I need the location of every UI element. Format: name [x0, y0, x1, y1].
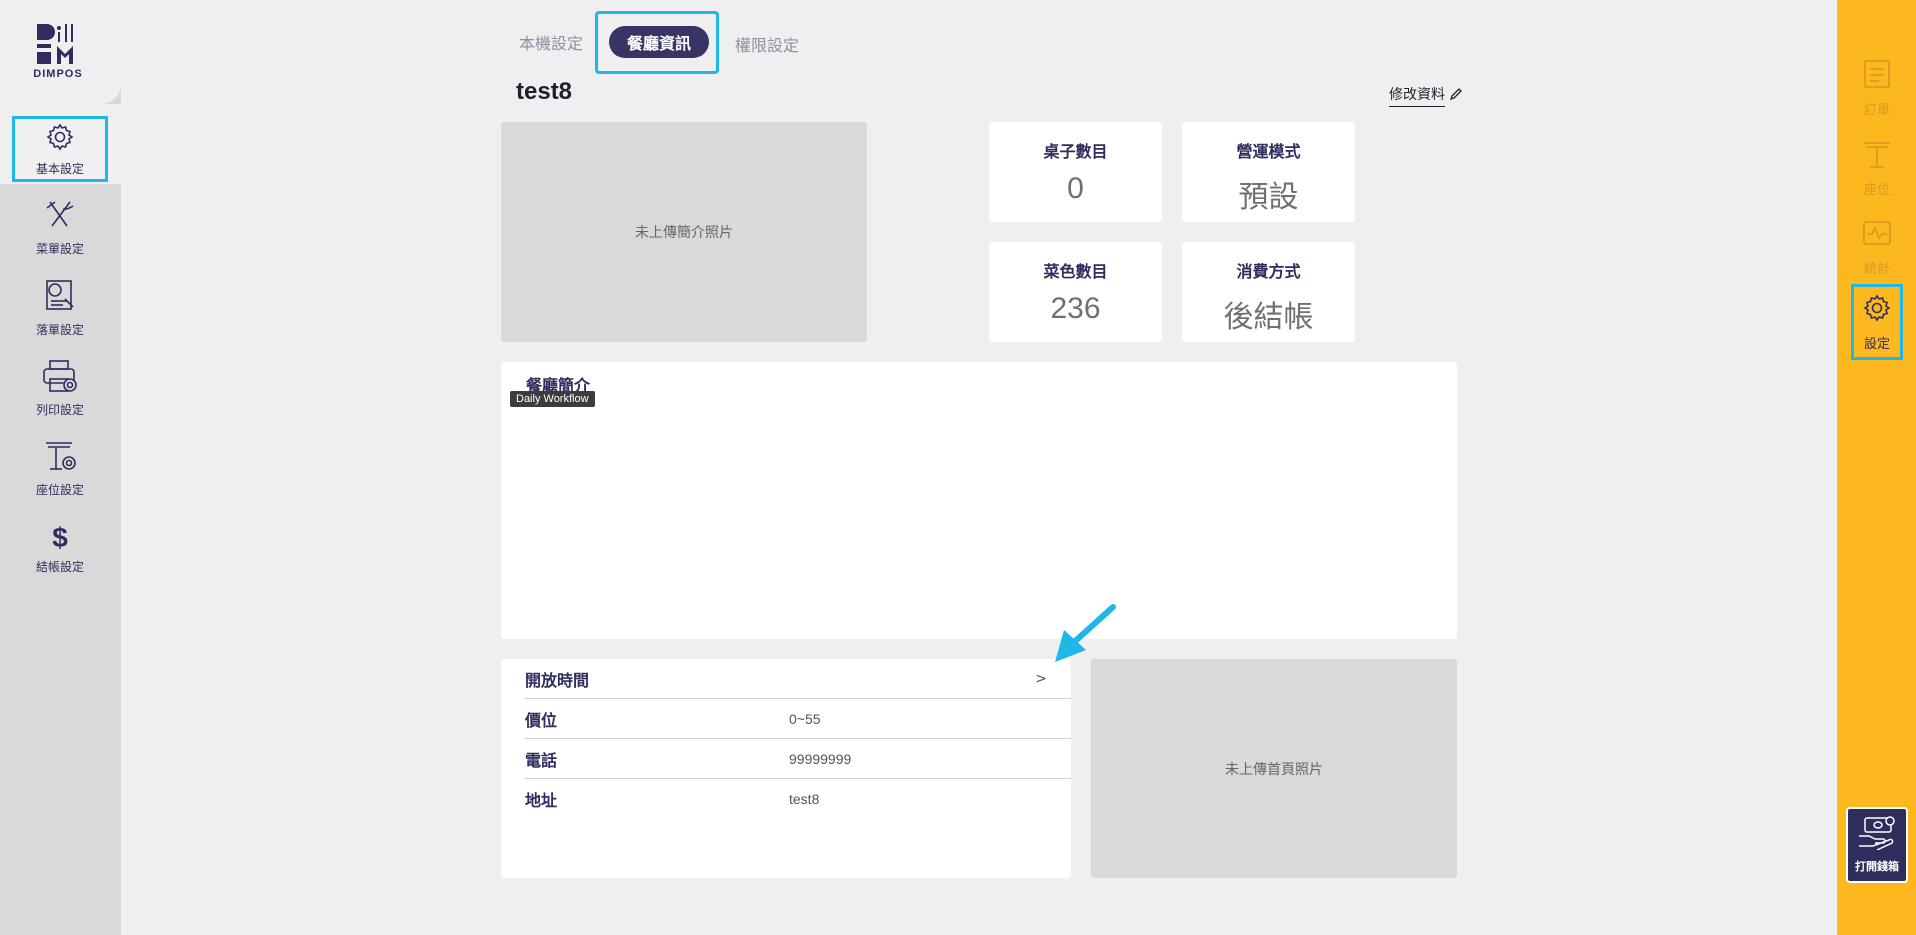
cash-box-icon	[1857, 816, 1897, 854]
stat-label: 營運模式	[1236, 144, 1301, 161]
order-settings-icon	[43, 279, 77, 317]
sidebar-item-label: 列印設定	[35, 402, 84, 417]
right-nav-stats[interactable]: 統計	[1851, 210, 1903, 286]
right-nav-label: 座位	[1863, 181, 1890, 197]
sidebar-item-order-settings[interactable]: 落單設定	[12, 275, 108, 341]
tab-device-settings[interactable]: 本機設定	[505, 30, 597, 54]
printer-settings-icon	[42, 359, 78, 397]
stat-table-count: 桌子數目 0	[989, 122, 1162, 222]
stat-value: 0	[1067, 172, 1084, 205]
stat-value: 預設	[1238, 181, 1299, 214]
right-nav-label: 統計	[1863, 260, 1890, 276]
info-value: 0~55	[789, 710, 821, 727]
sidebar-item-label: 基本設定	[35, 161, 84, 176]
info-row-opening-hours[interactable]: 開放時間 >	[525, 659, 1071, 699]
dimpos-logo: DIMPOS	[28, 22, 88, 80]
edit-info-label: 修改資料	[1389, 84, 1445, 107]
chevron-right-icon: >	[1035, 670, 1047, 687]
stat-value: 後結帳	[1223, 301, 1314, 334]
gear-icon	[45, 122, 75, 156]
tooltip: Daily Workflow	[510, 391, 595, 407]
intro-photo-text: 未上傳簡介照片	[635, 224, 733, 240]
intro-photo-placeholder[interactable]: 未上傳簡介照片	[501, 122, 867, 342]
stat-value: 236	[1050, 292, 1101, 325]
right-nav-settings[interactable]: 設定	[1851, 284, 1903, 360]
top-tabs: 本機設定	[505, 22, 597, 62]
stat-label: 消費方式	[1236, 264, 1301, 281]
stat-dish-count: 菜色數目 236	[989, 242, 1162, 342]
home-photo-placeholder[interactable]: 未上傳首頁照片	[1091, 659, 1457, 878]
cash-box-label: 打開錢箱	[1855, 861, 1899, 873]
tab-restaurant-info[interactable]: 餐廳資訊	[609, 26, 709, 58]
pointer-arrow-icon	[1050, 600, 1120, 674]
right-nav-seats[interactable]: 座位	[1851, 130, 1903, 206]
sidebar-item-seat-settings[interactable]: 座位設定	[12, 435, 108, 501]
stat-payment-method: 消費方式 後結帳	[1182, 242, 1355, 342]
right-sidebar: 訂單 座位 統計 設定	[1837, 0, 1916, 935]
sidebar-item-checkout-settings[interactable]: $ 結帳設定	[12, 515, 108, 581]
gear-icon	[1862, 293, 1892, 327]
seat-icon	[1862, 139, 1892, 173]
info-row-phone: 電話 99999999	[525, 739, 1071, 779]
info-value: 99999999	[789, 750, 852, 767]
info-key: 電話	[525, 752, 558, 770]
info-key: 開放時間	[525, 672, 590, 690]
info-row-address: 地址 test8	[525, 779, 1071, 819]
sidebar-item-basic-settings[interactable]: 基本設定	[12, 116, 108, 182]
edit-info-link[interactable]: 修改資料	[1389, 84, 1463, 107]
sidebar-item-label: 結帳設定	[35, 559, 84, 574]
sidebar-item-menu-settings[interactable]: 菜單設定	[12, 195, 108, 261]
info-row-price-range: 價位 0~55	[525, 699, 1071, 739]
sidebar-item-label: 座位設定	[35, 482, 84, 497]
stat-label: 菜色數目	[1043, 264, 1108, 281]
right-nav-label: 設定	[1863, 335, 1890, 351]
info-key: 地址	[525, 793, 558, 810]
stat-operation-mode: 營運模式 預設	[1182, 122, 1355, 222]
tab-permission-settings[interactable]: 權限設定	[721, 32, 813, 56]
dollar-icon: $	[52, 521, 68, 553]
stats-icon	[1862, 220, 1892, 252]
page-title: test8	[516, 78, 573, 105]
sidebar-item-label: 落單設定	[35, 322, 84, 337]
seat-settings-icon	[42, 439, 78, 477]
open-cash-box-button[interactable]: 打開錢箱	[1846, 807, 1908, 883]
sidebar-item-label: 菜單設定	[35, 241, 84, 256]
order-icon	[1863, 59, 1891, 93]
logo-text: DIMPOS	[33, 68, 83, 80]
pencil-icon	[1449, 87, 1463, 104]
info-value: test8	[789, 791, 820, 807]
right-nav-label: 訂單	[1863, 101, 1890, 117]
info-key: 價位	[525, 712, 558, 730]
sidebar-item-print-settings[interactable]: 列印設定	[12, 355, 108, 421]
intro-panel[interactable]	[501, 362, 1457, 639]
stat-label: 桌子數目	[1043, 144, 1108, 161]
home-photo-text: 未上傳首頁照片	[1225, 760, 1323, 777]
logo-card: DIMPOS	[0, 0, 121, 104]
fork-knife-icon	[45, 200, 75, 236]
right-nav-orders[interactable]: 訂單	[1851, 50, 1903, 126]
